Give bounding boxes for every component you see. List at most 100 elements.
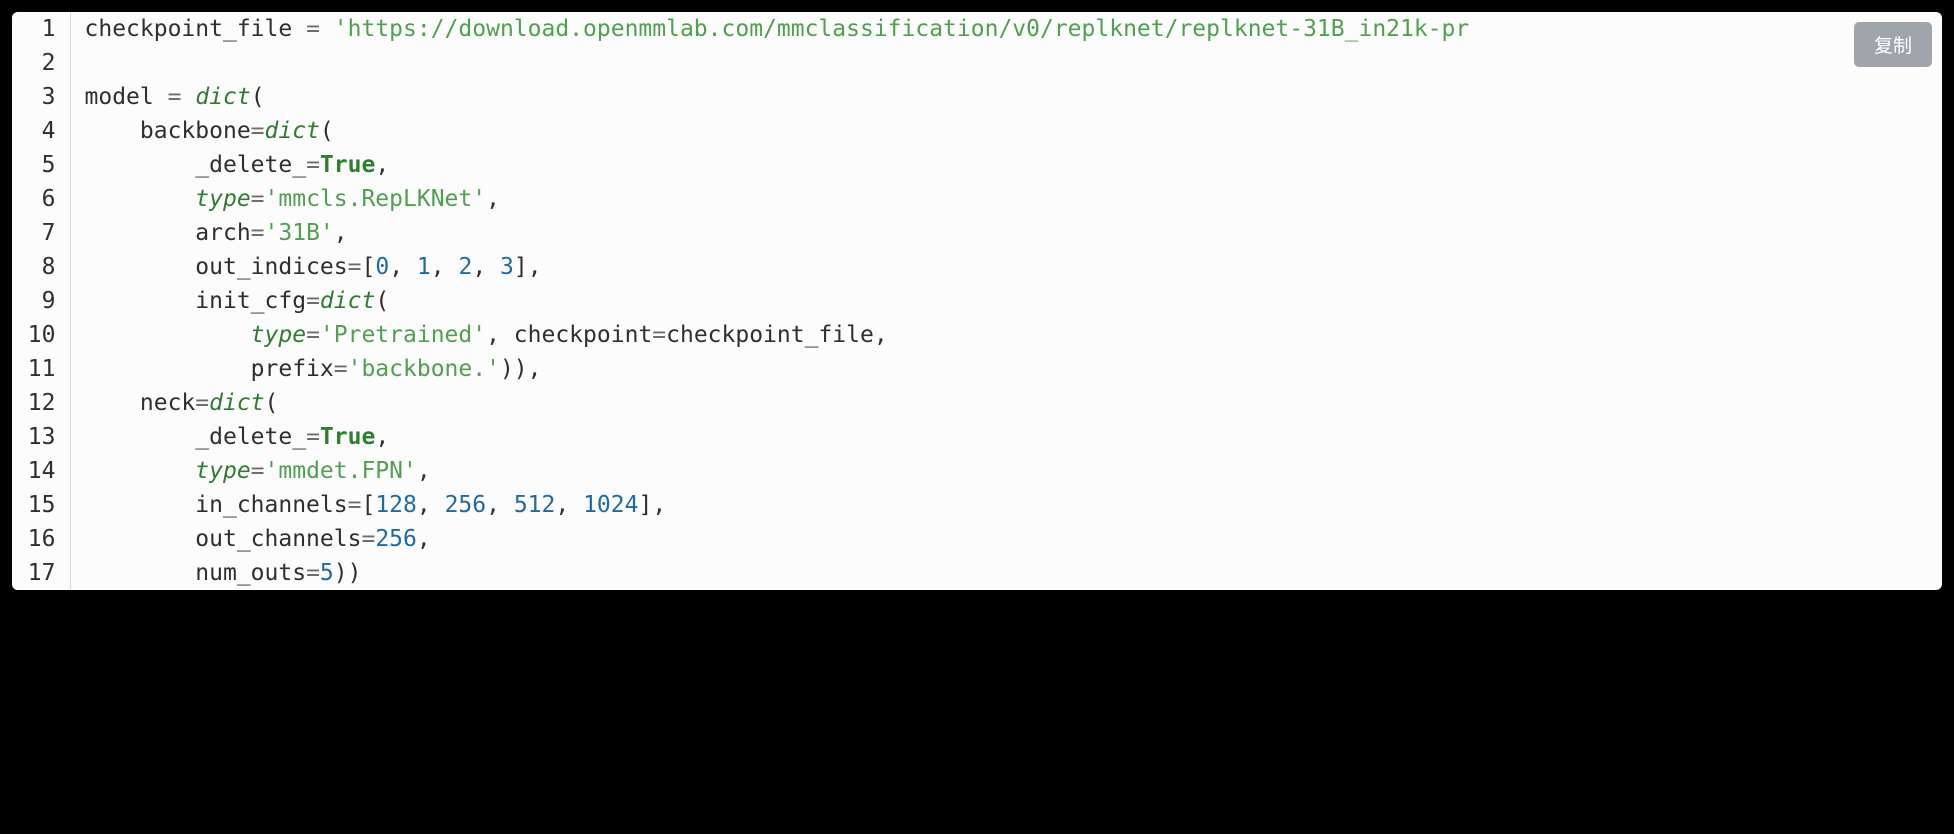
code-token: ( — [375, 288, 389, 314]
code-line[interactable] — [70, 46, 1942, 80]
code-token: = — [306, 152, 320, 178]
code-table: 1checkpoint_file = 'https://download.ope… — [12, 12, 1942, 590]
code-token: 'Pretrained' — [320, 322, 486, 348]
code-line[interactable]: checkpoint_file = 'https://download.open… — [70, 12, 1942, 46]
code-line[interactable]: model = dict( — [70, 80, 1942, 114]
line-number: 5 — [12, 148, 70, 182]
line-number: 12 — [12, 386, 70, 420]
code-token: prefix — [85, 356, 334, 382]
code-token: , — [417, 458, 431, 484]
code-token: _delete_ — [85, 424, 307, 450]
code-token: model — [85, 84, 168, 110]
code-token: = — [306, 424, 320, 450]
code-token: , — [375, 424, 389, 450]
code-token: , — [417, 526, 431, 552]
line-number: 16 — [12, 522, 70, 556]
code-token: = — [348, 254, 362, 280]
code-line[interactable]: type='Pretrained', checkpoint=checkpoint… — [70, 318, 1942, 352]
code-line[interactable]: neck=dict( — [70, 386, 1942, 420]
code-token — [181, 84, 195, 110]
code-row: 15 in_channels=[128, 256, 512, 1024], — [12, 488, 1942, 522]
code-token: out_indices — [85, 254, 348, 280]
code-row: 4 backbone=dict( — [12, 114, 1942, 148]
code-token: out_channels — [85, 526, 362, 552]
code-token: = — [334, 356, 348, 382]
code-token: [ — [361, 492, 375, 518]
code-token: ], — [514, 254, 542, 280]
code-token: , — [472, 254, 500, 280]
code-line[interactable]: type='mmdet.FPN', — [70, 454, 1942, 488]
line-number: 4 — [12, 114, 70, 148]
code-token: , — [555, 492, 583, 518]
code-line[interactable]: num_outs=5)) — [70, 556, 1942, 590]
code-token: = — [195, 390, 209, 416]
code-token: 256 — [445, 492, 487, 518]
code-row: 11 prefix='backbone.')), — [12, 352, 1942, 386]
code-token: 128 — [375, 492, 417, 518]
line-number: 11 — [12, 352, 70, 386]
code-token: ( — [320, 118, 334, 144]
code-token: , — [486, 492, 514, 518]
code-line[interactable]: backbone=dict( — [70, 114, 1942, 148]
code-block: 复制 1checkpoint_file = 'https://download.… — [12, 12, 1942, 590]
code-row: 6 type='mmcls.RepLKNet', — [12, 182, 1942, 216]
code-token: , checkpoint — [486, 322, 652, 348]
code-line[interactable]: prefix='backbone.')), — [70, 352, 1942, 386]
code-token: neck — [85, 390, 196, 416]
line-number: 10 — [12, 318, 70, 352]
code-token: = — [168, 84, 182, 110]
code-token: = — [251, 220, 265, 246]
code-line[interactable]: out_channels=256, — [70, 522, 1942, 556]
code-token: _delete_ — [85, 152, 307, 178]
code-row: 10 type='Pretrained', checkpoint=checkpo… — [12, 318, 1942, 352]
code-token: , — [486, 186, 500, 212]
code-token: checkpoint_file — [85, 16, 307, 42]
code-row: 5 _delete_=True, — [12, 148, 1942, 182]
code-token: , — [417, 492, 445, 518]
code-line[interactable]: out_indices=[0, 1, 2, 3], — [70, 250, 1942, 284]
code-token: dict — [209, 390, 264, 416]
code-token: dict — [265, 118, 320, 144]
code-line[interactable]: type='mmcls.RepLKNet', — [70, 182, 1942, 216]
code-token: backbone — [85, 118, 251, 144]
code-line[interactable]: _delete_=True, — [70, 148, 1942, 182]
code-line[interactable]: _delete_=True, — [70, 420, 1942, 454]
code-token: 1 — [417, 254, 431, 280]
code-token: = — [361, 526, 375, 552]
code-token: 'mmcls.RepLKNet' — [265, 186, 487, 212]
code-token: = — [306, 322, 320, 348]
code-token: , — [431, 254, 459, 280]
code-row: 14 type='mmdet.FPN', — [12, 454, 1942, 488]
code-token — [85, 322, 251, 348]
code-token: 5 — [320, 560, 334, 586]
line-number: 13 — [12, 420, 70, 454]
copy-button[interactable]: 复制 — [1854, 22, 1932, 67]
code-token: = — [306, 16, 320, 42]
code-token: arch — [85, 220, 251, 246]
code-token: True — [320, 424, 375, 450]
code-token: = — [251, 186, 265, 212]
code-line[interactable]: arch='31B', — [70, 216, 1942, 250]
code-token: 3 — [500, 254, 514, 280]
code-token: '31B' — [265, 220, 334, 246]
code-token: type — [195, 186, 250, 212]
line-number: 15 — [12, 488, 70, 522]
code-row: 13 _delete_=True, — [12, 420, 1942, 454]
code-line[interactable]: init_cfg=dict( — [70, 284, 1942, 318]
line-number: 1 — [12, 12, 70, 46]
code-row: 8 out_indices=[0, 1, 2, 3], — [12, 250, 1942, 284]
code-token: 0 — [375, 254, 389, 280]
code-token: in_channels — [85, 492, 348, 518]
code-row: 12 neck=dict( — [12, 386, 1942, 420]
code-row: 17 num_outs=5)) — [12, 556, 1942, 590]
code-token: dict — [320, 288, 375, 314]
code-token: checkpoint_file, — [666, 322, 888, 348]
code-token: num_outs — [85, 560, 307, 586]
code-token: 2 — [458, 254, 472, 280]
code-line[interactable]: in_channels=[128, 256, 512, 1024], — [70, 488, 1942, 522]
code-token: 'mmdet.FPN' — [265, 458, 417, 484]
code-token: init_cfg — [85, 288, 307, 314]
code-token: = — [251, 458, 265, 484]
code-token: ( — [251, 84, 265, 110]
code-token: = — [306, 560, 320, 586]
